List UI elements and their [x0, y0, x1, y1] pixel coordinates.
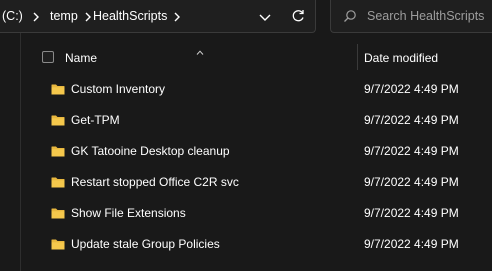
folder-icon — [51, 175, 65, 188]
breadcrumb-item-temp[interactable]: temp — [50, 9, 78, 23]
chevron-right-icon[interactable] — [31, 11, 41, 23]
breadcrumb-item-drive[interactable]: (C:) — [2, 9, 23, 23]
file-row[interactable]: GK Tatooine Desktop cleanup 9/7/2022 4:4… — [21, 135, 492, 166]
file-list: Custom Inventory 9/7/2022 4:49 PM Get-TP… — [21, 73, 492, 259]
folder-icon — [51, 237, 65, 250]
column-header-name[interactable]: Name — [65, 51, 97, 65]
folder-icon — [51, 206, 65, 219]
breadcrumb-item-healthscripts[interactable]: HealthScripts — [93, 9, 167, 23]
file-name: GK Tatooine Desktop cleanup — [71, 144, 230, 158]
folder-icon — [51, 144, 65, 157]
file-name: Show File Extensions — [71, 206, 186, 220]
search-icon — [343, 9, 357, 23]
file-row[interactable]: Get-TPM 9/7/2022 4:49 PM — [21, 104, 492, 135]
file-name: Update stale Group Policies — [71, 237, 220, 251]
column-header-date-modified[interactable]: Date modified — [364, 51, 438, 65]
select-all-checkbox[interactable] — [42, 51, 54, 63]
file-date-modified: 9/7/2022 4:49 PM — [364, 206, 459, 220]
file-name: Custom Inventory — [71, 82, 166, 96]
chevron-right-icon[interactable] — [83, 11, 93, 23]
refresh-icon[interactable] — [290, 8, 306, 24]
file-name: Get-TPM — [71, 113, 120, 127]
folder-icon — [51, 113, 65, 126]
file-row[interactable]: Show File Extensions 9/7/2022 4:49 PM — [21, 197, 492, 228]
file-row[interactable]: Restart stopped Office C2R svc 9/7/2022 … — [21, 166, 492, 197]
chevron-down-icon[interactable] — [258, 10, 272, 22]
file-date-modified: 9/7/2022 4:49 PM — [364, 144, 459, 158]
search-input[interactable] — [367, 0, 491, 32]
file-name: Restart stopped Office C2R svc — [71, 175, 239, 189]
column-header-row: Name Date modified — [21, 42, 492, 72]
file-row[interactable]: Update stale Group Policies 9/7/2022 4:4… — [21, 228, 492, 259]
file-date-modified: 9/7/2022 4:49 PM — [364, 175, 459, 189]
column-separator[interactable] — [357, 44, 358, 70]
file-date-modified: 9/7/2022 4:49 PM — [364, 237, 459, 251]
folder-icon — [51, 82, 65, 95]
address-bar[interactable]: (C:) temp HealthScripts — [0, 0, 316, 33]
search-box[interactable] — [330, 0, 492, 33]
chevron-right-icon[interactable] — [172, 11, 182, 23]
file-date-modified: 9/7/2022 4:49 PM — [364, 82, 459, 96]
file-row[interactable]: Custom Inventory 9/7/2022 4:49 PM — [21, 73, 492, 104]
file-date-modified: 9/7/2022 4:49 PM — [364, 113, 459, 127]
